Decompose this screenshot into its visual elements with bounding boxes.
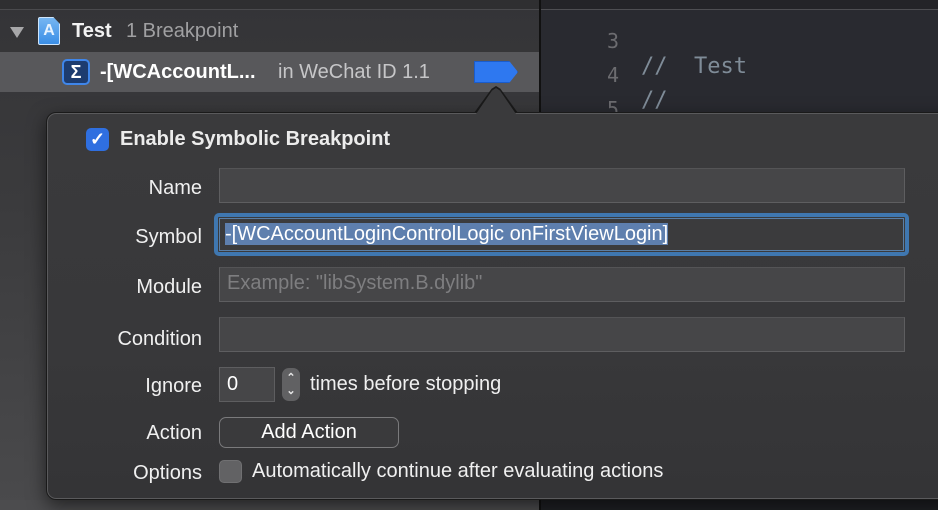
navigator-bottom bbox=[0, 500, 539, 510]
module-field[interactable]: Example: "libSystem.B.dylib" bbox=[219, 267, 905, 302]
enable-breakpoint-row[interactable]: ✓ Enable Symbolic Breakpoint bbox=[86, 126, 390, 152]
symbol-label: Symbol bbox=[135, 226, 202, 248]
code-line: 4 // bbox=[541, 38, 938, 113]
auto-continue-checkbox[interactable] bbox=[219, 460, 242, 483]
xcode-project-icon: A bbox=[38, 17, 60, 45]
enable-label: Enable Symbolic Breakpoint bbox=[120, 127, 391, 150]
breakpoint-row[interactable]: Σ -[WCAccountL... in WeChat ID 1.1 bbox=[0, 52, 539, 92]
breakpoint-module: in WeChat ID 1.1 bbox=[278, 61, 430, 83]
ignore-stepper[interactable]: ⌃ ⌄ bbox=[282, 368, 300, 401]
ignore-count-field[interactable]: 0 bbox=[219, 367, 275, 402]
disclosure-triangle-icon[interactable] bbox=[10, 27, 24, 38]
name-field[interactable] bbox=[219, 168, 905, 203]
name-label: Name bbox=[148, 177, 202, 199]
condition-label: Condition bbox=[117, 328, 202, 350]
symbol-selected-text: -[WCAccountLoginControlLogic onFirstView… bbox=[225, 223, 669, 245]
checkmark-icon: ✓ bbox=[89, 129, 106, 149]
action-label: Action bbox=[146, 422, 202, 444]
code-line: 5 // Created by wendy bbox=[541, 72, 938, 147]
symbol-focus-ring: -[WCAccountLoginControlLogic onFirstView… bbox=[214, 213, 909, 256]
project-name: Test bbox=[72, 20, 112, 42]
ignore-label: Ignore bbox=[145, 375, 202, 397]
sigma-icon: Σ bbox=[62, 59, 90, 85]
code-line: 3 // Test bbox=[541, 4, 938, 79]
stepper-down-icon[interactable]: ⌄ bbox=[286, 385, 295, 398]
breakpoint-count: 1 Breakpoint bbox=[126, 20, 239, 42]
options-label: Options bbox=[133, 462, 202, 484]
navigator-top-band bbox=[0, 0, 539, 9]
enable-checkbox[interactable]: ✓ bbox=[86, 127, 109, 151]
navigator-divider bbox=[0, 9, 539, 10]
project-row[interactable]: A Test 1 Breakpoint bbox=[0, 12, 539, 52]
ignore-suffix-label: times before stopping bbox=[310, 373, 502, 395]
stepper-up-icon[interactable]: ⌃ bbox=[286, 372, 295, 385]
module-label: Module bbox=[136, 276, 202, 298]
auto-continue-label[interactable]: Automatically continue after evaluating … bbox=[252, 460, 663, 483]
breakpoint-flag-icon[interactable] bbox=[474, 61, 518, 83]
breakpoint-symbol: -[WCAccountL... bbox=[100, 61, 256, 83]
symbol-field[interactable]: -[WCAccountLoginControlLogic onFirstView… bbox=[219, 218, 904, 251]
condition-field[interactable] bbox=[219, 317, 905, 352]
add-action-button[interactable]: Add Action bbox=[219, 417, 399, 448]
